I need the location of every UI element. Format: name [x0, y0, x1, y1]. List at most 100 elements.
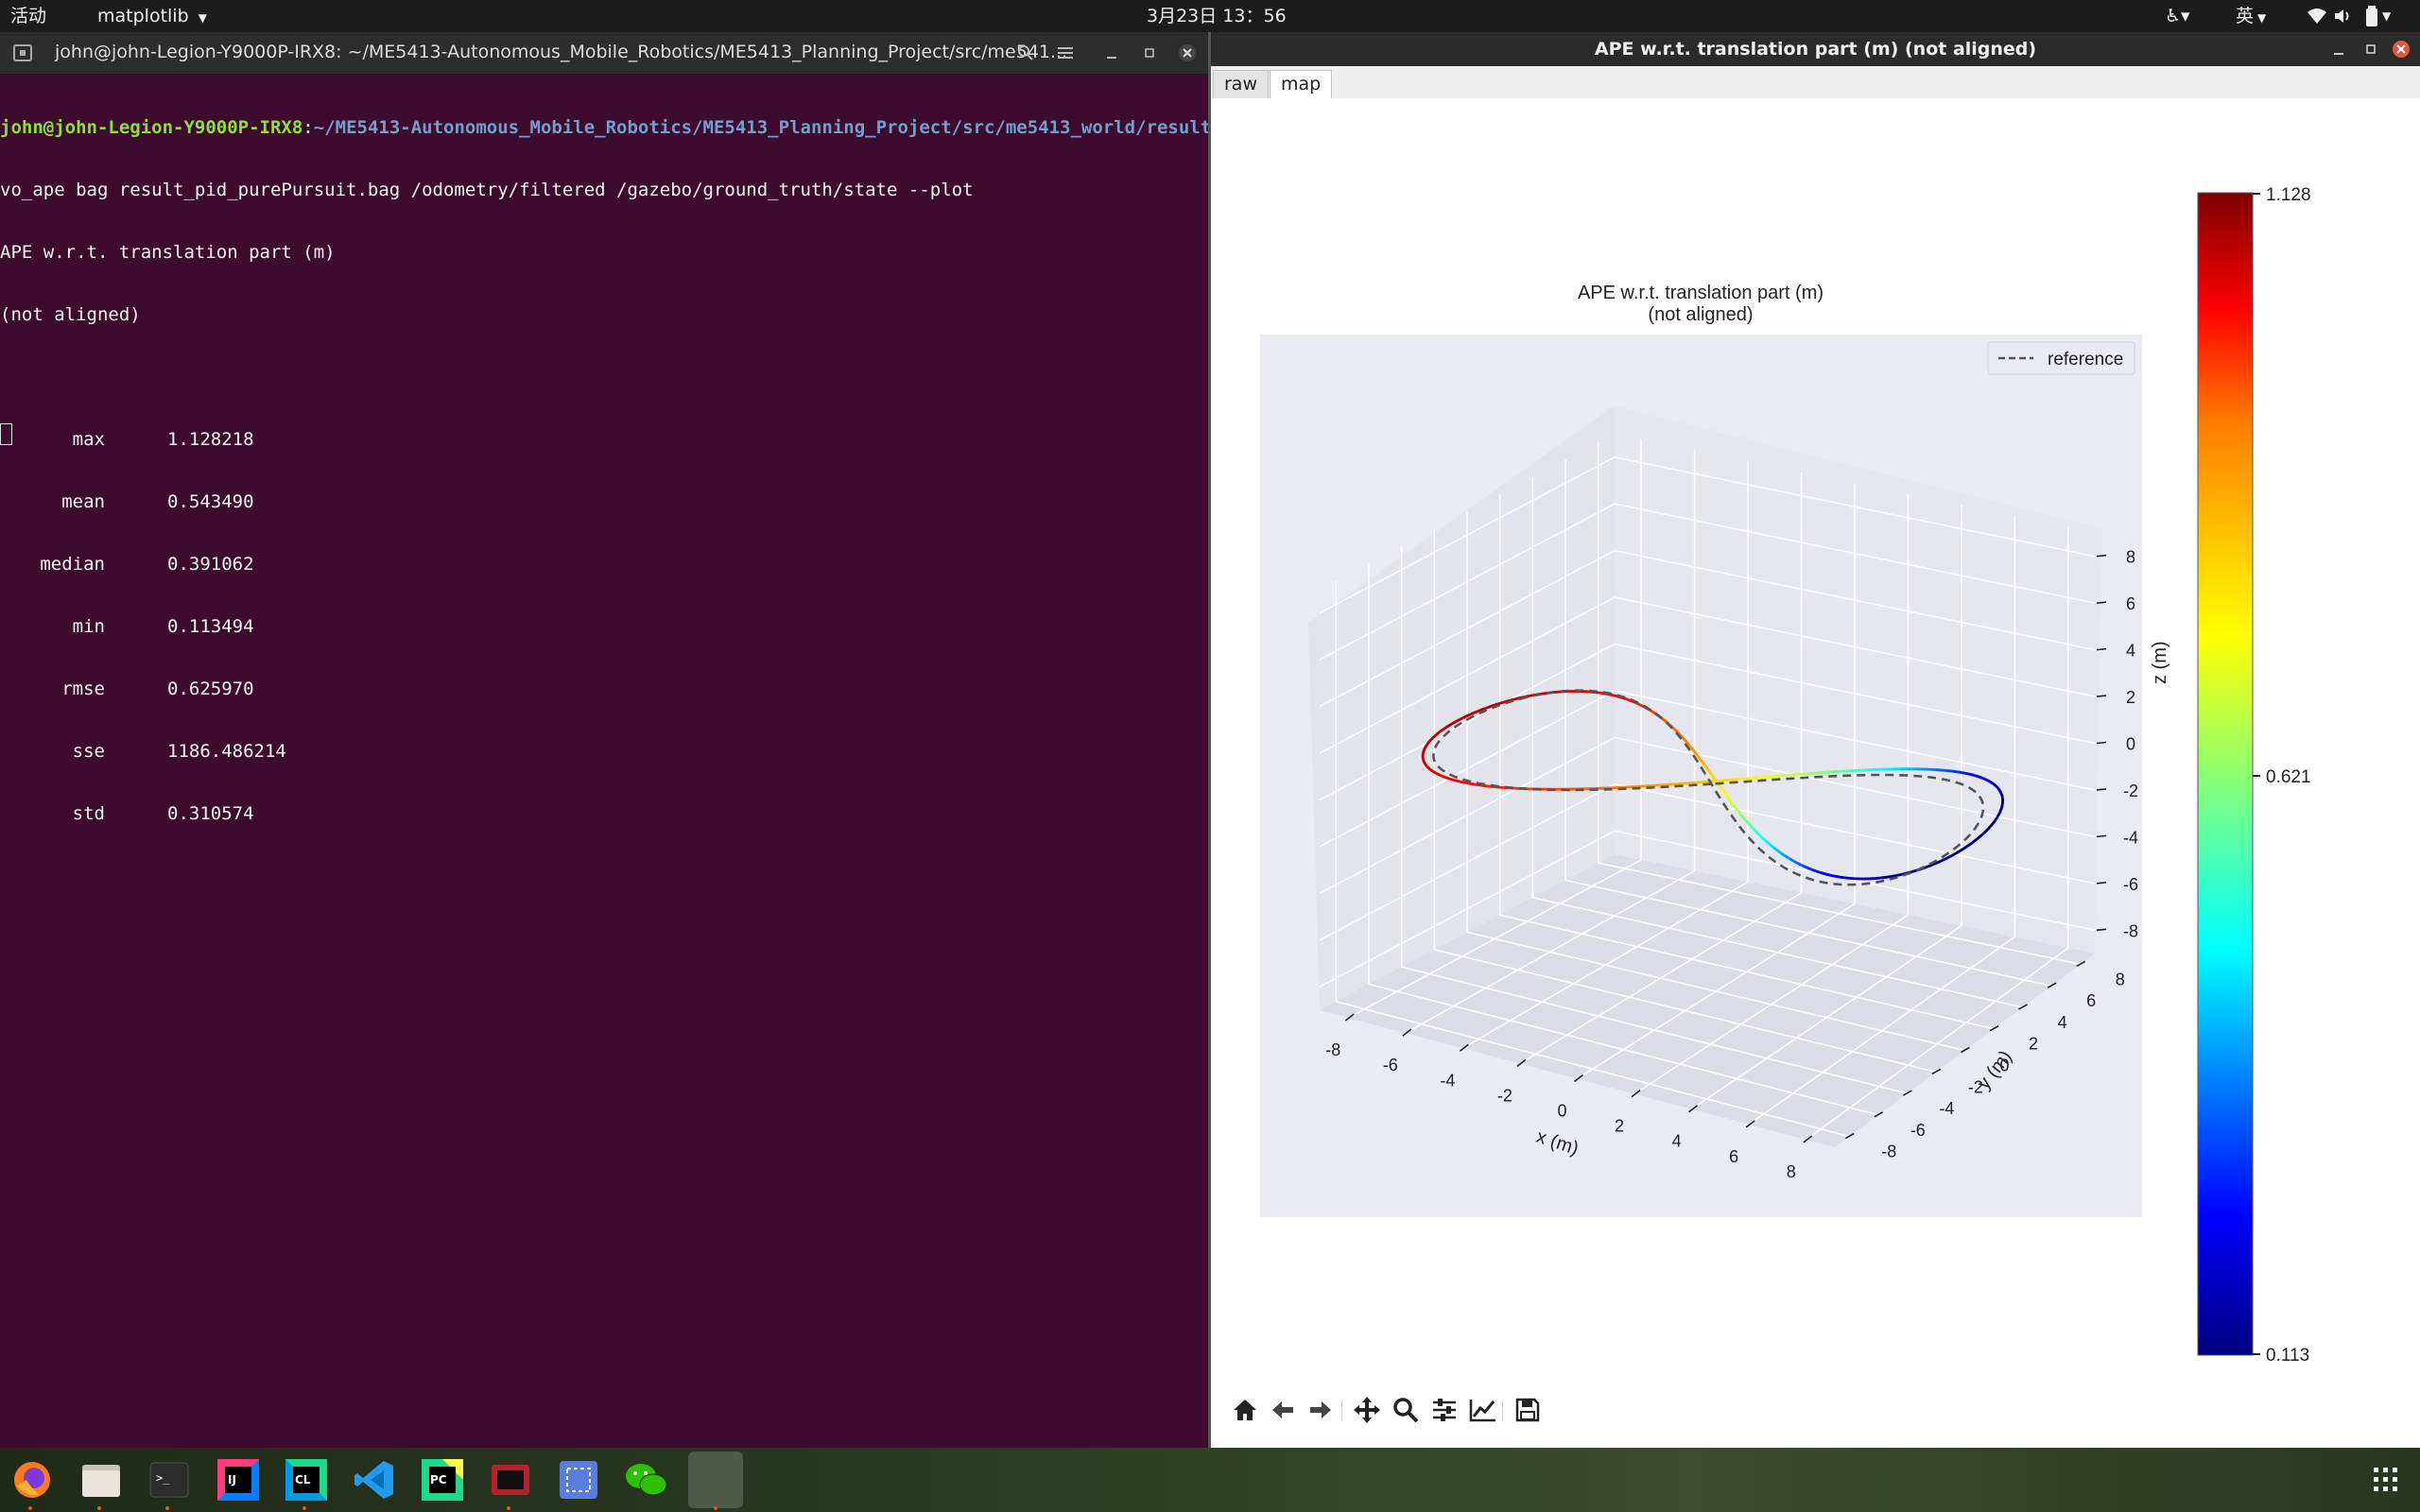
trajectory-segment: [1746, 776, 1760, 781]
trajectory-segment: [1736, 777, 1750, 782]
trajectory-segment: [1714, 779, 1728, 782]
trajectory-segment: [1672, 782, 1686, 786]
vscode-icon[interactable]: [352, 1457, 397, 1503]
app-grid-icon[interactable]: [2363, 1457, 2409, 1503]
stat-key: rmse: [61, 679, 105, 699]
minimize-icon[interactable]: [2325, 36, 2352, 62]
trajectory-segment: [1725, 778, 1739, 782]
system-menu-chevron-icon[interactable]: ▼: [2382, 5, 2391, 27]
z-tick: [2096, 928, 2107, 932]
terminal-cursor: [0, 423, 12, 445]
figure-tabs: raw map: [1211, 66, 2420, 99]
z-axis-label: z (m): [2150, 641, 2170, 684]
pan-icon[interactable]: [1352, 1395, 1382, 1425]
stat-value: 0.625970: [167, 679, 254, 699]
hamburger-menu-icon[interactable]: [1052, 40, 1079, 66]
activities-button[interactable]: 活动: [10, 5, 46, 27]
legend-entry-reference: reference: [2048, 350, 2123, 369]
close-icon[interactable]: [1174, 40, 1201, 66]
terminal-app-icon[interactable]: >_: [147, 1457, 192, 1503]
trajectory-segment: [1767, 774, 1781, 779]
chart-title-line2: (not aligned): [1648, 304, 1753, 325]
back-icon[interactable]: [1268, 1395, 1298, 1425]
terminal-output[interactable]: john@john-Legion-Y9000P-IRX8:~/ME5413-Au…: [0, 76, 1244, 886]
x-tick-label: -6: [1383, 1056, 1398, 1074]
stat-value: 1.128218: [167, 429, 254, 450]
chart-title-line1: APE w.r.t. translation part (m): [1578, 283, 1824, 303]
plot-canvas[interactable]: APE w.r.t. translation part (m) (not ali…: [1211, 98, 2420, 1412]
terminal-title: john@john-Legion-Y9000P-IRX8: ~/ME5413-A…: [55, 42, 1068, 62]
maximize-icon[interactable]: [1136, 40, 1163, 66]
output-subtitle: (not aligned): [0, 304, 141, 325]
x-tick-label: -2: [1497, 1086, 1512, 1105]
trajectory-segment: [1661, 782, 1675, 787]
trajectory-segment: [1756, 775, 1771, 780]
tab-map[interactable]: map: [1270, 70, 1333, 99]
configure-subplots-icon[interactable]: [1429, 1395, 1460, 1425]
running-indicator: [165, 1506, 169, 1510]
chart-svg[interactable]: APE w.r.t. translation part (m) (not ali…: [1211, 98, 2420, 1383]
stats-row: sse 1186.486214: [0, 741, 1208, 762]
colorbar-label-min: 0.113: [2266, 1346, 2309, 1366]
intellij-icon[interactable]: IJ: [216, 1457, 261, 1503]
z-tick-label: 6: [2126, 594, 2135, 613]
edit-axis-icon[interactable]: [1468, 1395, 1498, 1425]
minimize-icon[interactable]: [1098, 40, 1125, 66]
clion-icon[interactable]: CL: [284, 1457, 329, 1503]
figure-window: APE w.r.t. translation part (m) (not ali…: [1211, 32, 2420, 1448]
colorbar: [2197, 192, 2254, 1356]
volume-icon[interactable]: [2333, 8, 2354, 25]
z-tick-label: 8: [2126, 548, 2135, 567]
z-tick-label: -6: [2123, 875, 2138, 894]
z-tick: [2096, 834, 2107, 838]
pycharm-icon[interactable]: PC: [420, 1457, 465, 1503]
new-tab-icon[interactable]: [13, 44, 32, 61]
close-icon[interactable]: [2388, 36, 2414, 62]
stats-row: min 0.113494: [0, 616, 1208, 637]
running-indicator: [507, 1506, 510, 1510]
output-title: APE w.r.t. translation part (m): [0, 242, 336, 263]
input-method[interactable]: 英 ▼: [2236, 5, 2266, 29]
z-tick-label: 4: [2126, 642, 2135, 661]
maximize-icon[interactable]: [2358, 36, 2384, 62]
stat-key: min: [72, 616, 105, 637]
stats-row: median 0.391062: [0, 554, 1208, 575]
x-tick-label: 6: [1729, 1147, 1738, 1166]
screenshot-tool-icon[interactable]: [556, 1457, 601, 1503]
z-tick-label: 2: [2126, 688, 2135, 707]
stat-key: max: [72, 429, 105, 450]
zoom-icon[interactable]: [1391, 1395, 1421, 1425]
home-icon[interactable]: [1230, 1395, 1260, 1425]
trajectory-segment: [1826, 770, 1840, 774]
running-indicator: [302, 1506, 306, 1510]
z-tick: [2096, 554, 2107, 558]
x-tick-label: 0: [1557, 1102, 1566, 1121]
tab-raw[interactable]: raw: [1213, 70, 1269, 98]
stats-row: mean 0.543490: [0, 491, 1208, 512]
battery-icon[interactable]: [2365, 6, 2378, 26]
wifi-icon[interactable]: [2307, 8, 2327, 25]
svg-text:>_: >_: [156, 1471, 170, 1485]
matplotlib-toolbar: [1211, 1383, 2420, 1442]
trajectory-segment: [1845, 768, 1858, 773]
search-icon[interactable]: [1012, 40, 1039, 66]
wechat-icon[interactable]: [624, 1457, 669, 1503]
forward-icon[interactable]: [1305, 1395, 1336, 1425]
dock: >_ IJ CL PC: [0, 1448, 2420, 1512]
stat-key: mean: [61, 491, 105, 512]
terminal-header: john@john-Legion-Y9000P-IRX8: ~/ME5413-A…: [0, 32, 1208, 75]
app-menu[interactable]: matplotlib ▼: [97, 5, 207, 29]
trajectory-segment: [1640, 783, 1654, 788]
firefox-icon[interactable]: [9, 1457, 55, 1503]
files-icon[interactable]: [78, 1457, 124, 1503]
prompt-path: ~/ME5413-Autonomous_Mobile_Robotics/ME54…: [313, 117, 1212, 138]
screen-recorder-icon[interactable]: [488, 1457, 533, 1503]
terminal-window: john@john-Legion-Y9000P-IRX8: ~/ME5413-A…: [0, 32, 1244, 1448]
save-icon[interactable]: [1512, 1395, 1543, 1425]
trajectory-segment: [1777, 773, 1790, 778]
clock[interactable]: 3月23日 13：56: [1147, 5, 1287, 27]
z-tick: [2096, 741, 2107, 745]
accessibility-icon[interactable]: ♿▾: [2165, 5, 2190, 27]
matplotlib-app-icon[interactable]: [688, 1452, 743, 1508]
stat-value: 1186.486214: [167, 741, 286, 762]
